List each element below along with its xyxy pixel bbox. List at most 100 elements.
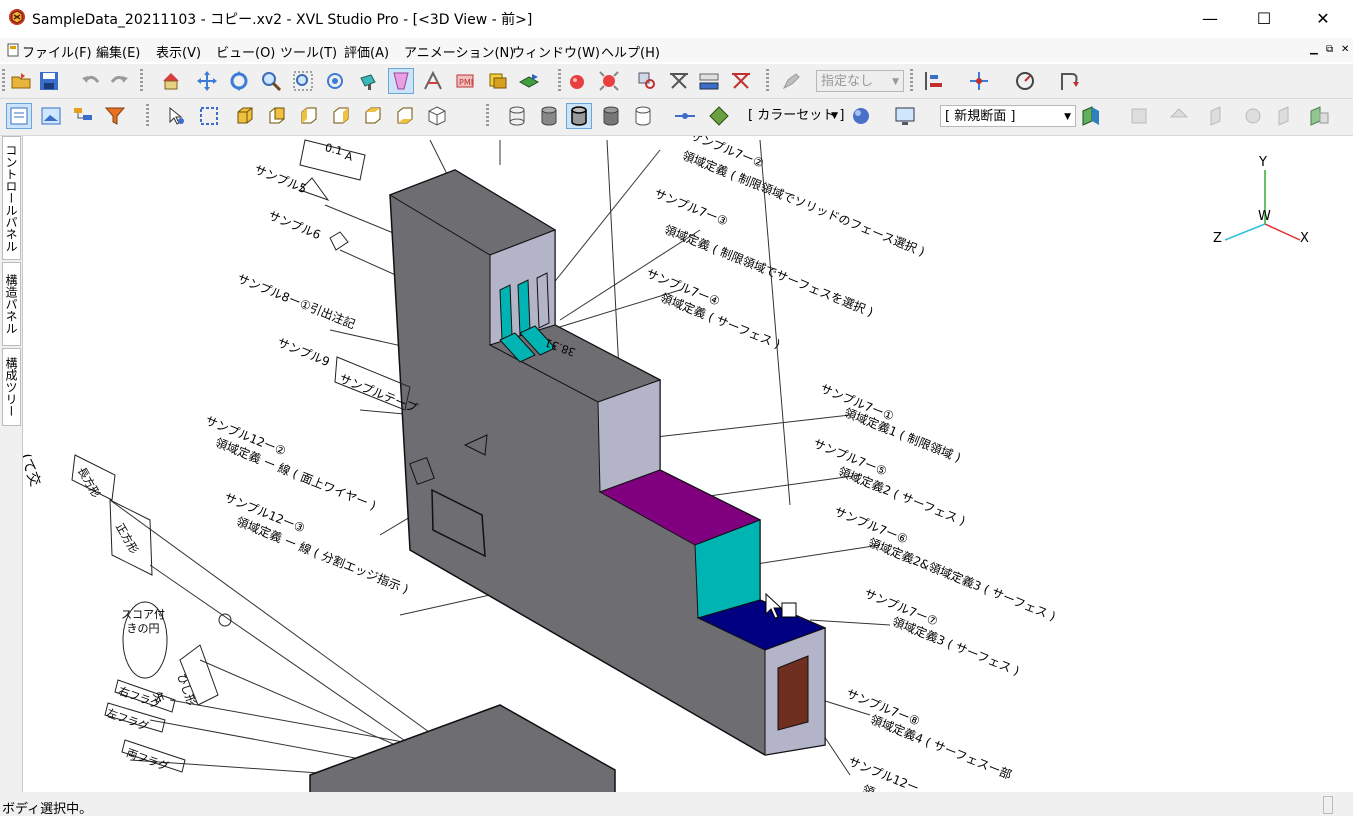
tab-structure-panel[interactable]: 構造パネル [2,262,21,346]
section-home-disabled-icon[interactable] [1166,103,1192,129]
mdi-minimize-icon[interactable]: ▁ [1310,44,1318,55]
view-back-icon[interactable] [264,103,290,129]
clash-icon[interactable] [666,68,692,94]
material-sphere-icon[interactable] [848,103,874,129]
menu-help[interactable]: ヘルプ(H) [601,42,660,61]
view-toolbar: [ カラーセット ] ▼ [ 新規断面 ] ▼ [0,99,1353,136]
note-icon[interactable] [484,68,510,94]
toolbar-grip[interactable] [486,104,489,128]
align-icon[interactable] [920,68,946,94]
menu-view[interactable]: ビュー(O) [216,42,275,61]
measure-icon[interactable] [420,68,446,94]
redo-icon[interactable] [106,68,132,94]
tree-view-icon[interactable] [70,103,96,129]
specify-none-dropdown[interactable]: 指定なし ▼ [816,70,904,92]
menu-edit[interactable]: 編集(E) [96,42,140,61]
wireframe-icon[interactable] [504,103,530,129]
menu-tools[interactable]: ツール(T) [280,42,337,61]
view-bottom-icon[interactable] [392,103,418,129]
mdi-restore-icon[interactable]: ⧉ [1326,44,1333,55]
toolbar-grip[interactable] [146,104,149,128]
toolbar-grip[interactable] [766,69,769,93]
menu-display[interactable]: 表示(V) [156,42,201,61]
rotation-gauge-icon[interactable] [1012,68,1038,94]
pmi-icon[interactable]: PMI [452,68,478,94]
section-cap-disabled-icon[interactable] [1240,103,1266,129]
document-icon[interactable] [6,43,20,57]
section-flip-disabled-icon[interactable] [1274,103,1300,129]
camera-icon[interactable] [356,68,382,94]
section-disabled-icon[interactable] [1126,103,1152,129]
chevron-down-icon: ▼ [1064,112,1071,122]
resize-grip-icon[interactable] [1323,796,1333,814]
slot-face-1[interactable] [499,284,513,341]
shaded-icon[interactable] [536,103,562,129]
menu-bar: ファイル(F) 編集(E) 表示(V) ビュー(O) ツール(T) 評価(A) … [0,38,1353,62]
tab-control-panel[interactable]: コントロールパネル [2,136,21,260]
home-view-icon[interactable] [158,68,184,94]
view-left-icon[interactable] [296,103,322,129]
sphere-icon[interactable] [564,68,590,94]
move-axes-icon[interactable] [966,68,992,94]
menu-file[interactable]: ファイル(F) [22,42,92,61]
rotate-icon[interactable] [226,68,252,94]
view-iso-icon[interactable] [424,103,450,129]
pen-icon[interactable] [778,68,804,94]
section-plane-icon[interactable] [1078,103,1104,129]
view-right-icon[interactable] [328,103,354,129]
status-text: ボディ選択中。 [2,802,93,817]
section-clip-disabled-icon[interactable] [1206,103,1232,129]
pointer-icon[interactable] [164,103,190,129]
undo-icon[interactable] [78,68,104,94]
secondary-part[interactable] [309,704,616,792]
path-icon[interactable] [1056,68,1082,94]
search-icon[interactable] [634,68,660,94]
minimize-button[interactable]: — [1183,0,1237,36]
select-body-icon[interactable] [388,68,414,94]
maximize-button[interactable]: ☐ [1237,0,1291,36]
line-style-icon[interactable] [672,103,698,129]
axis-x-label: X [1300,231,1309,246]
pan-icon[interactable] [194,68,220,94]
toolbar-grip[interactable] [910,69,913,93]
save-icon[interactable] [36,68,62,94]
zoom-window-icon[interactable] [290,68,316,94]
menu-window[interactable]: ウィンドウ(W) [512,42,600,61]
image-view-icon[interactable] [38,103,64,129]
view-front-icon[interactable] [232,103,258,129]
section-grid-icon[interactable] [1306,103,1332,129]
zoom-icon[interactable] [258,68,284,94]
brown-region-face[interactable] [777,655,809,731]
color-set-dropdown[interactable]: [ カラーセット ] ▼ [744,105,844,127]
3d-viewport[interactable]: Y W X Z 0.1 A サンプル5 サンプル6 サンプル8ー①引出注記 サン… [23,136,1353,792]
display-settings-icon[interactable] [892,103,918,129]
close-button[interactable]: ✕ [1296,0,1350,36]
view-top-icon[interactable] [360,103,386,129]
main-toolbar: PMI 指定なし ▼ [0,64,1353,99]
menu-evaluate[interactable]: 評価(A) [344,42,389,61]
toolbar-grip[interactable] [140,69,143,93]
clearance-icon[interactable] [696,68,722,94]
hidden-line-icon[interactable] [598,103,624,129]
layer-icon[interactable] [516,68,542,94]
toolbar-grip[interactable] [558,69,561,93]
shaded-edges-icon[interactable] [566,103,592,129]
color-diamond-icon[interactable] [706,103,732,129]
fit-view-icon[interactable] [322,68,348,94]
mdi-close-icon[interactable]: ✕ [1341,44,1349,55]
open-folder-icon[interactable] [8,68,34,94]
explode-icon[interactable] [596,68,622,94]
interference-icon[interactable] [728,68,754,94]
axis-z-label: Z [1213,231,1222,246]
fit-all-icon[interactable] [196,103,222,129]
tab-composition-tree[interactable]: 構成ツリー [2,348,21,426]
slot-face-2[interactable] [517,279,531,336]
x-axis-line [1264,223,1301,241]
toolbar-grip[interactable] [2,69,5,93]
menu-animation[interactable]: アニメーション(N) [404,42,514,61]
specify-none-text: 指定なし [821,74,874,89]
new-section-dropdown[interactable]: [ 新規断面 ] ▼ [940,105,1076,127]
list-view-icon[interactable] [6,103,32,129]
outline-icon[interactable] [630,103,656,129]
filter-icon[interactable] [102,103,128,129]
